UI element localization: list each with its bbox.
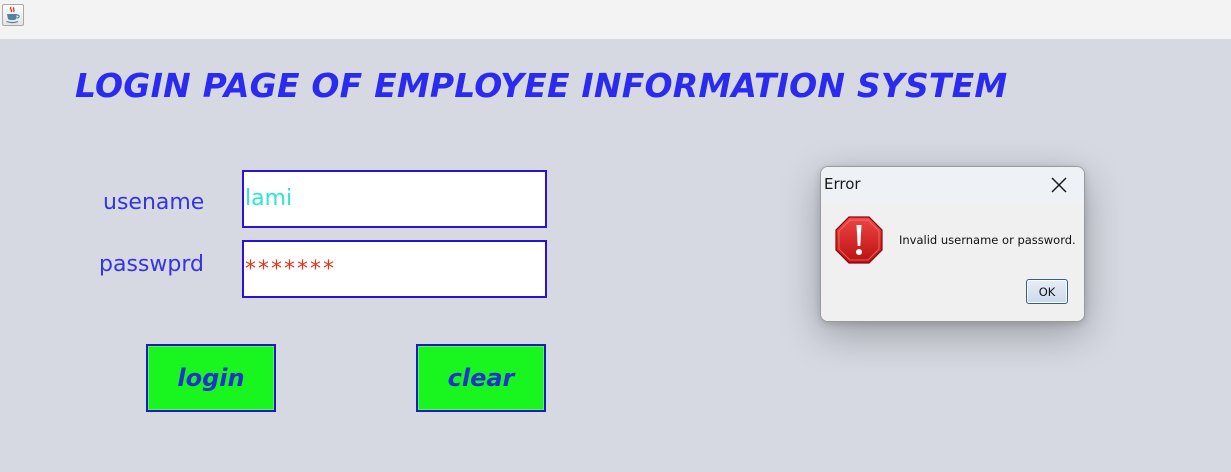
username-input[interactable] bbox=[242, 170, 547, 228]
dialog-body: Invalid username or password. OK bbox=[821, 203, 1084, 321]
login-button[interactable]: login bbox=[146, 344, 276, 412]
ok-button[interactable]: OK bbox=[1026, 279, 1068, 304]
dialog-title: Error bbox=[824, 175, 861, 193]
dialog-message: Invalid username or password. bbox=[899, 233, 1076, 247]
error-exclamation-icon bbox=[835, 216, 883, 264]
java-cup-icon[interactable] bbox=[2, 4, 24, 26]
window-titlebar bbox=[0, 0, 1231, 39]
error-dialog: Error Invalid username or password. OK bbox=[820, 166, 1085, 322]
password-input[interactable] bbox=[242, 240, 547, 298]
dialog-header: Error bbox=[821, 167, 1084, 203]
username-label: usename bbox=[103, 190, 205, 215]
close-icon[interactable] bbox=[1048, 174, 1070, 196]
page-title: LOGIN PAGE OF EMPLOYEE INFORMATION SYSTE… bbox=[75, 66, 1008, 105]
clear-button[interactable]: clear bbox=[416, 344, 546, 412]
password-label: passwprd bbox=[99, 252, 204, 277]
